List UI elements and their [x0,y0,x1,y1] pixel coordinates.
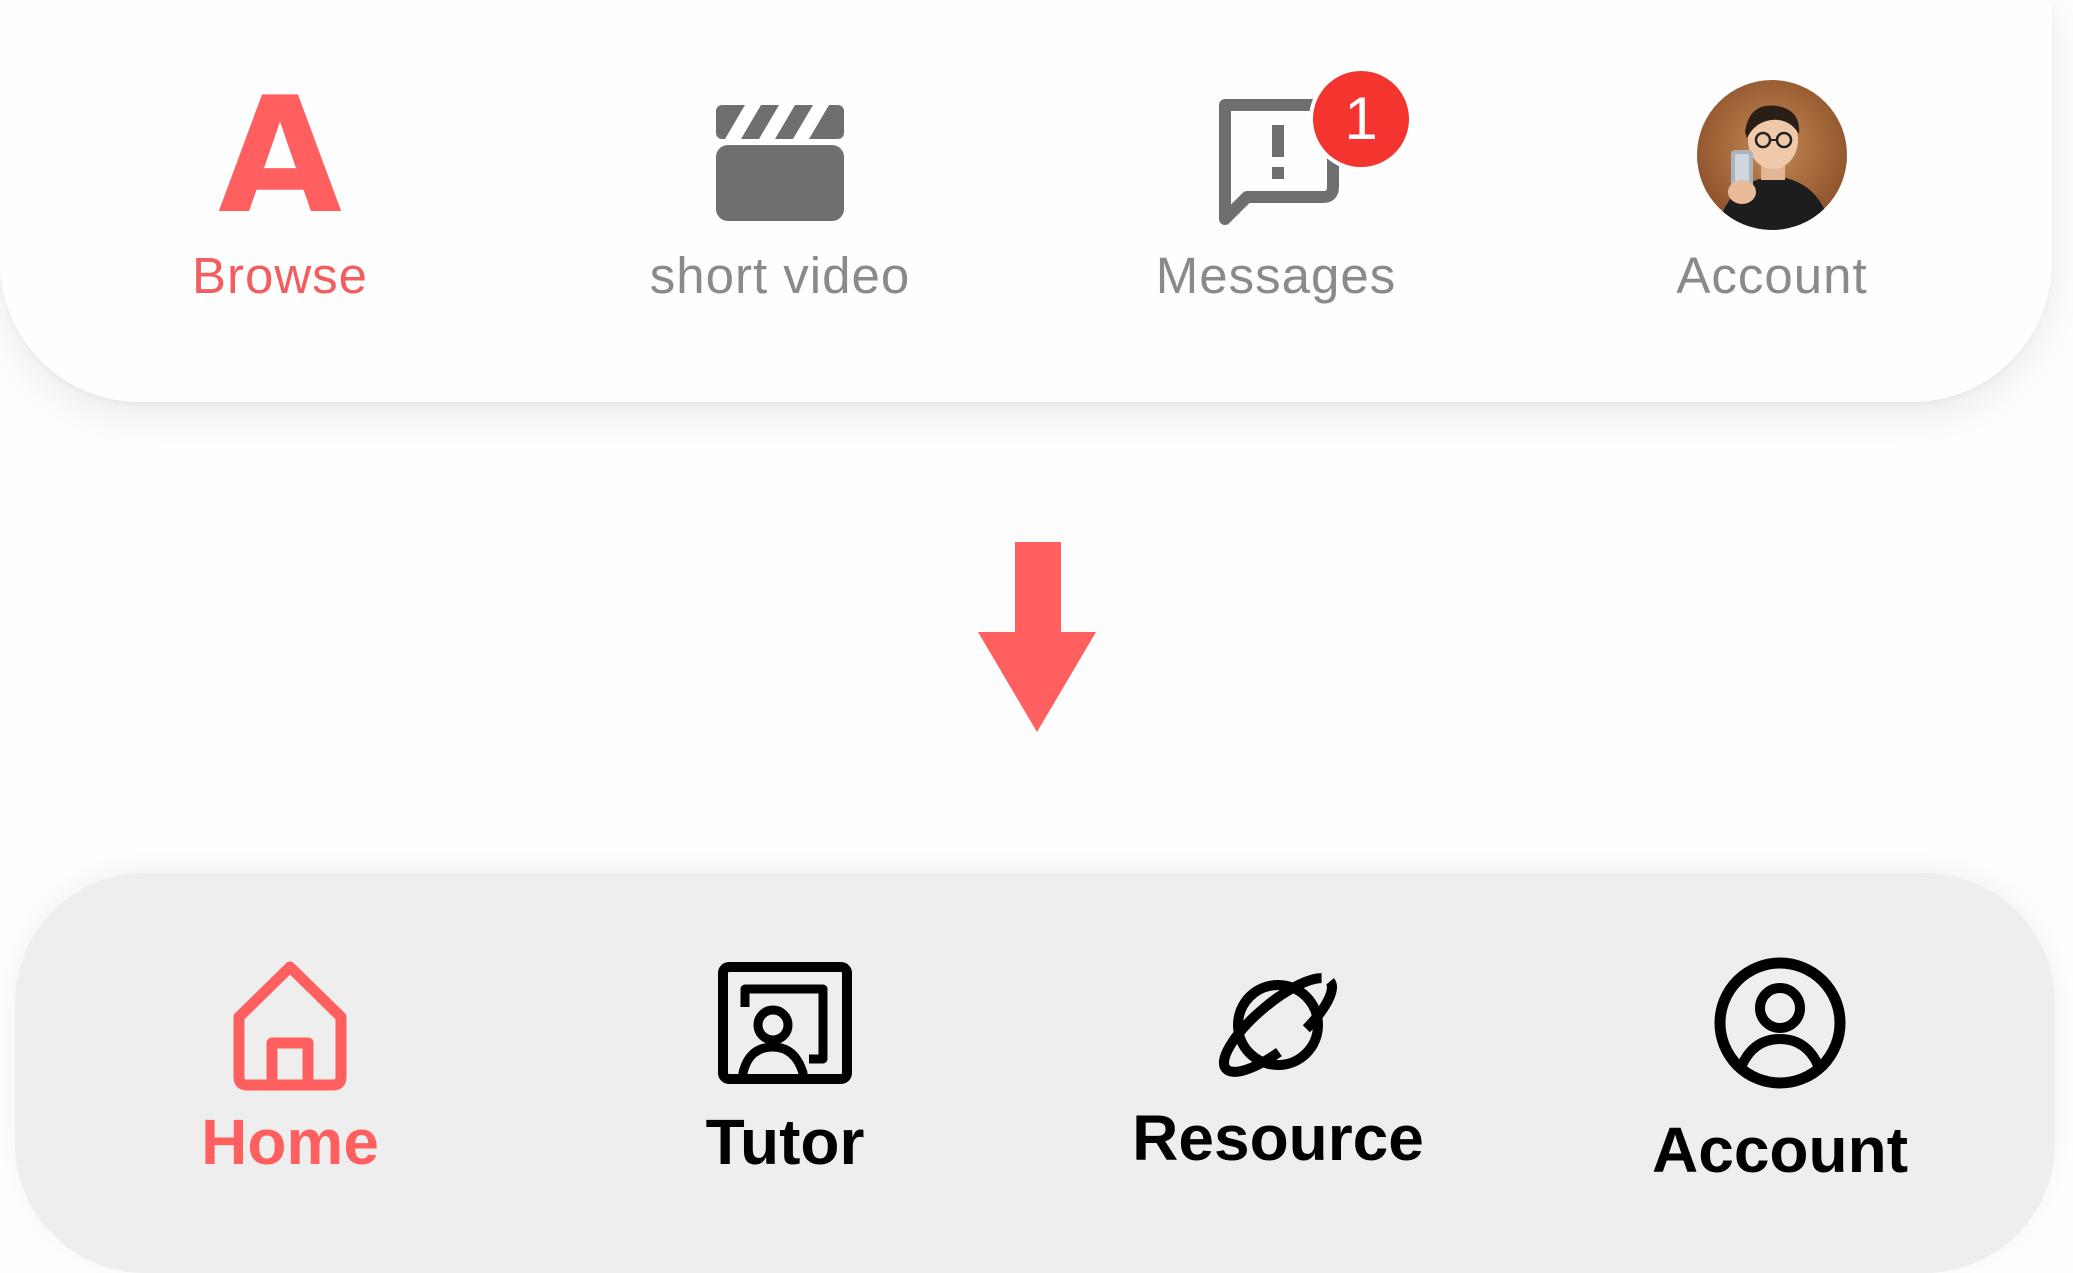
tab-account[interactable]: Account [1570,873,1990,1251]
tab-home[interactable]: Home [80,873,500,1251]
tab-short-video-label: short video [649,247,911,304]
letter-a-icon: A [218,62,342,249]
new-tab-bar: Home Tutor Resource Account [15,873,2055,1273]
tab-account-old-label: Account [1676,247,1868,304]
tutor-icon [718,962,852,1084]
tab-home-label: Home [201,1106,379,1178]
tab-resource-label: Resource [1132,1102,1424,1174]
avatar[interactable] [1697,80,1847,230]
home-icon [233,961,347,1091]
avatar-photo-icon [1697,80,1847,230]
unread-badge: 1 [1313,71,1409,167]
tab-tutor-label: Tutor [705,1106,865,1178]
tab-messages-label: Messages [1155,247,1397,304]
tab-messages[interactable]: Messages [1076,0,1476,402]
tab-browse-label: Browse [191,247,369,304]
planet-icon [1219,973,1337,1077]
tab-short-video[interactable]: short video [580,0,980,402]
arrow-down-icon [978,542,1096,732]
tab-browse[interactable]: A Browse [80,0,480,402]
clapperboard-icon [716,105,844,221]
user-circle-icon [1714,957,1846,1089]
tab-account-label: Account [1652,1114,1908,1186]
tab-tutor[interactable]: Tutor [575,873,995,1251]
tab-resource[interactable]: Resource [1068,873,1488,1251]
